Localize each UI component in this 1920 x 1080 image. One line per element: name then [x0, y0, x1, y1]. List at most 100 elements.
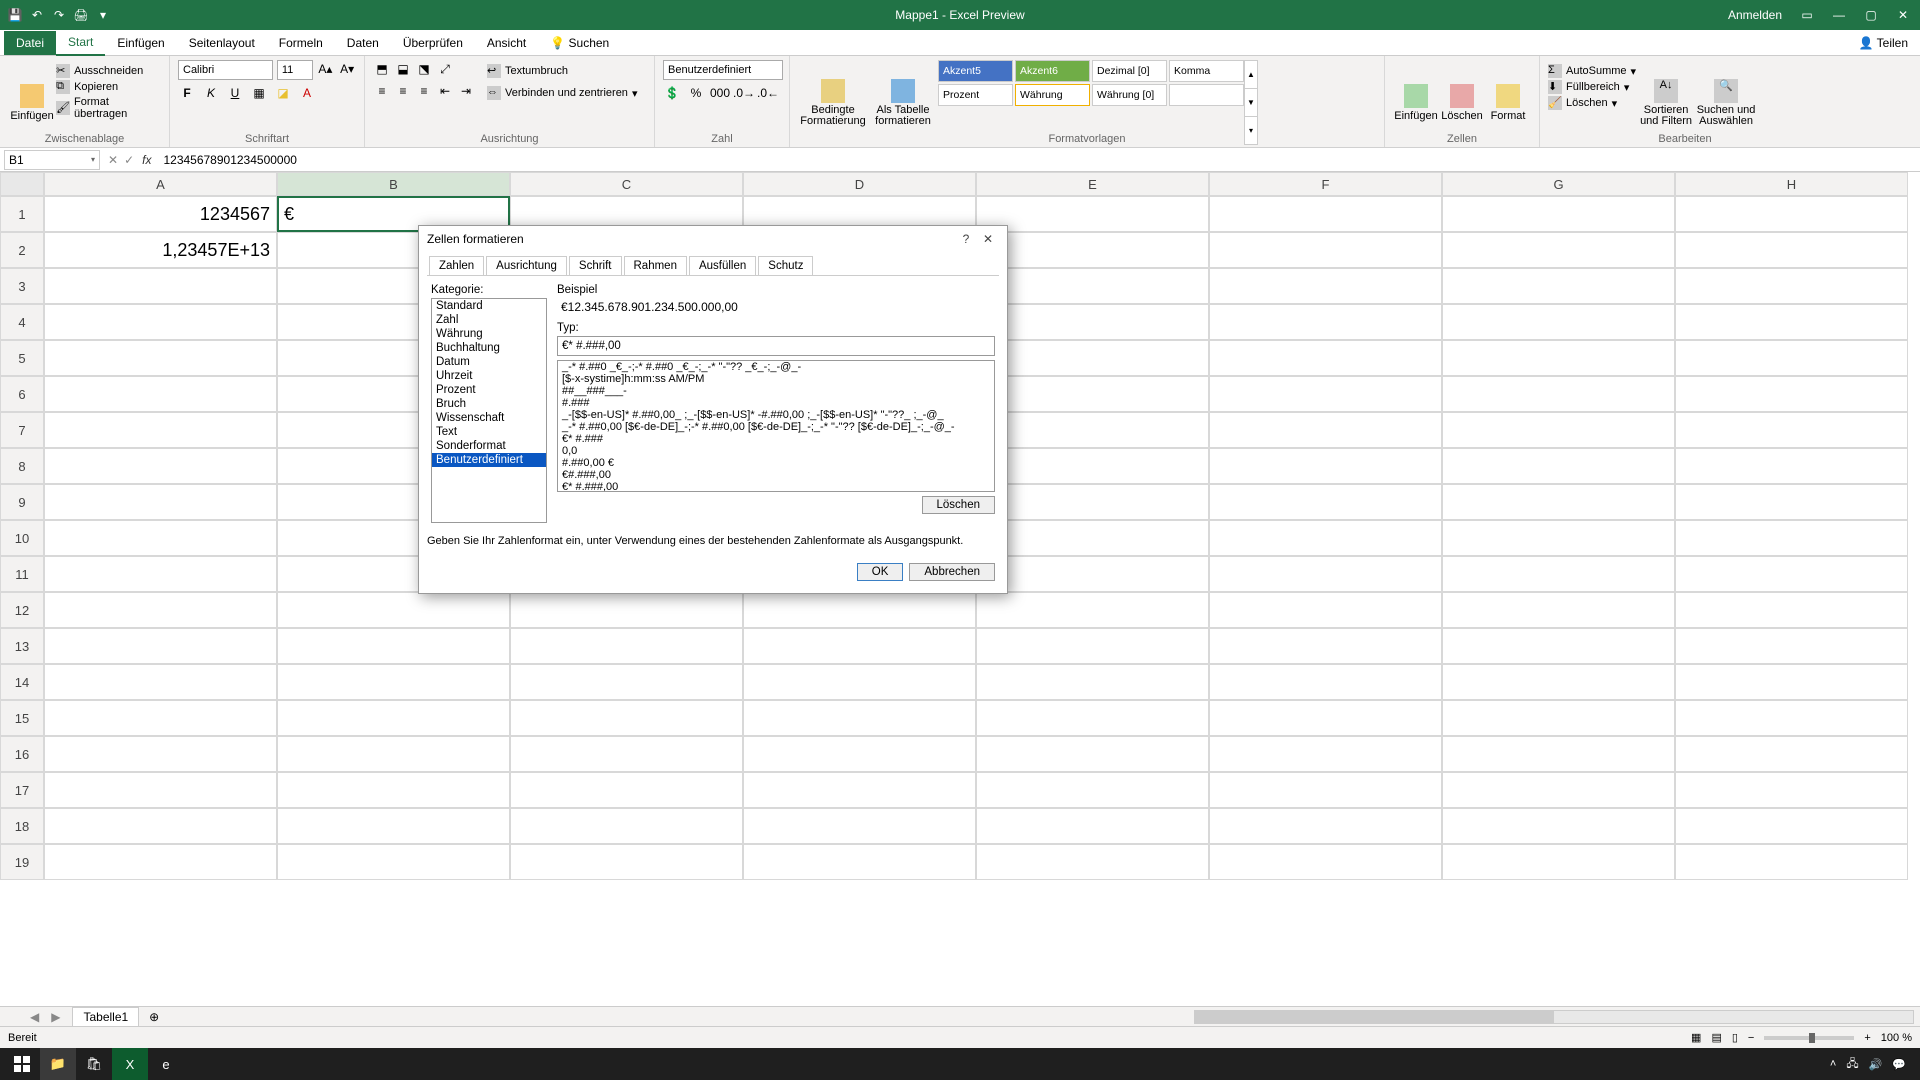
cell[interactable] — [1209, 700, 1442, 736]
cell[interactable] — [976, 448, 1209, 484]
style-akzent6[interactable]: Akzent6 — [1015, 60, 1090, 82]
category-list[interactable]: StandardZahlWährungBuchhaltungDatumUhrze… — [431, 298, 547, 523]
cell[interactable] — [1209, 520, 1442, 556]
cell[interactable] — [44, 664, 277, 700]
cell[interactable] — [976, 520, 1209, 556]
dialog-help-icon[interactable]: ? — [955, 232, 977, 246]
cell[interactable] — [976, 844, 1209, 880]
fx-icon[interactable]: fx — [142, 153, 159, 167]
cell[interactable] — [976, 340, 1209, 376]
store-icon[interactable]: 🛍 — [76, 1048, 112, 1080]
redo-icon[interactable]: ↷ — [52, 8, 66, 22]
cell[interactable] — [1209, 448, 1442, 484]
copy-button[interactable]: ⧉Kopieren — [56, 80, 161, 94]
type-list-item[interactable]: €#.###,00 — [558, 469, 994, 481]
row-header[interactable]: 1 — [0, 196, 44, 232]
close-icon[interactable]: ✕ — [1896, 8, 1910, 22]
number-format-combo[interactable]: Benutzerdefiniert — [663, 60, 783, 80]
view-normal-icon[interactable]: ▦ — [1691, 1031, 1701, 1044]
cell[interactable] — [1675, 664, 1908, 700]
cell[interactable] — [44, 808, 277, 844]
cell[interactable] — [1442, 844, 1675, 880]
style-dezimal[interactable]: Dezimal [0] — [1092, 60, 1167, 82]
type-list-item[interactable]: 0,0 — [558, 445, 994, 457]
border-icon[interactable]: ▦ — [250, 84, 268, 102]
cell[interactable] — [1209, 232, 1442, 268]
cell[interactable] — [1209, 736, 1442, 772]
row-header[interactable]: 14 — [0, 664, 44, 700]
style-blank[interactable] — [1169, 84, 1244, 106]
start-icon[interactable] — [4, 1048, 40, 1080]
row-header[interactable]: 15 — [0, 700, 44, 736]
cell[interactable] — [1675, 448, 1908, 484]
cell[interactable] — [1442, 484, 1675, 520]
cell[interactable] — [1442, 268, 1675, 304]
fill-color-icon[interactable]: ◪ — [274, 84, 292, 102]
cell[interactable] — [277, 808, 510, 844]
cell[interactable] — [976, 592, 1209, 628]
cell[interactable] — [1209, 412, 1442, 448]
cell[interactable] — [1442, 412, 1675, 448]
type-list-item[interactable]: [$-x-systime]h:mm:ss AM/PM — [558, 373, 994, 385]
dlg-tab-ausrichtung[interactable]: Ausrichtung — [486, 256, 567, 275]
horizontal-scrollbar[interactable] — [1194, 1010, 1914, 1024]
cancel-icon[interactable]: ✕ — [108, 153, 118, 167]
cell[interactable] — [976, 736, 1209, 772]
cell[interactable] — [510, 628, 743, 664]
enter-icon[interactable]: ✓ — [124, 153, 134, 167]
wrap-text-button[interactable]: ↩Textumbruch — [487, 64, 637, 78]
col-header[interactable]: D — [743, 172, 976, 196]
cell[interactable] — [1442, 232, 1675, 268]
type-list-item[interactable]: €* #.### — [558, 433, 994, 445]
type-list-item[interactable]: #.### — [558, 397, 994, 409]
cell[interactable] — [1209, 340, 1442, 376]
undo-icon[interactable]: ↶ — [30, 8, 44, 22]
dlg-tab-rahmen[interactable]: Rahmen — [624, 256, 687, 275]
gallery-up-icon[interactable]: ▲ — [1245, 61, 1257, 89]
category-item[interactable]: Sonderformat — [432, 439, 546, 453]
zoom-level[interactable]: 100 % — [1881, 1032, 1912, 1044]
align-bottom-icon[interactable]: ⬔ — [415, 60, 433, 78]
maximize-icon[interactable]: ▢ — [1864, 8, 1878, 22]
cell[interactable] — [510, 808, 743, 844]
bold-icon[interactable]: F — [178, 84, 196, 102]
cell[interactable] — [44, 520, 277, 556]
cell[interactable] — [976, 376, 1209, 412]
decrease-font-icon[interactable]: A▾ — [338, 60, 356, 78]
cell[interactable] — [1675, 376, 1908, 412]
row-header[interactable]: 7 — [0, 412, 44, 448]
dlg-tab-schrift[interactable]: Schrift — [569, 256, 622, 275]
cell[interactable] — [1675, 736, 1908, 772]
cell[interactable] — [510, 844, 743, 880]
row-header[interactable]: 13 — [0, 628, 44, 664]
cell[interactable] — [44, 628, 277, 664]
dlg-tab-zahlen[interactable]: Zahlen — [429, 256, 484, 275]
tab-nav-next-icon[interactable]: ▶ — [51, 1010, 72, 1024]
col-header[interactable]: H — [1675, 172, 1908, 196]
cell[interactable] — [44, 448, 277, 484]
merge-center-button[interactable]: ⇔Verbinden und zentrieren ▾ — [487, 86, 637, 100]
row-header[interactable]: 12 — [0, 592, 44, 628]
cell[interactable] — [1209, 592, 1442, 628]
delete-format-button[interactable]: Löschen — [922, 496, 995, 514]
row-header[interactable]: 5 — [0, 340, 44, 376]
italic-icon[interactable]: K — [202, 84, 220, 102]
row-header[interactable]: 16 — [0, 736, 44, 772]
category-item[interactable]: Währung — [432, 327, 546, 341]
cell[interactable] — [1442, 196, 1675, 232]
align-center-icon[interactable]: ≡ — [394, 82, 412, 100]
name-box[interactable]: B1 — [4, 150, 100, 170]
cell[interactable] — [1442, 808, 1675, 844]
cell[interactable] — [1442, 700, 1675, 736]
align-right-icon[interactable]: ≡ — [415, 82, 433, 100]
zoom-slider[interactable] — [1764, 1036, 1854, 1040]
dlg-tab-ausfullen[interactable]: Ausfüllen — [689, 256, 756, 275]
cell[interactable] — [277, 700, 510, 736]
tab-formulas[interactable]: Formeln — [267, 31, 335, 55]
cell[interactable]: 1234567 — [44, 196, 277, 232]
col-header[interactable]: A — [44, 172, 277, 196]
style-akzent5[interactable]: Akzent5 — [938, 60, 1013, 82]
cell[interactable] — [1675, 268, 1908, 304]
minimize-icon[interactable]: — — [1832, 8, 1846, 22]
cell[interactable] — [277, 772, 510, 808]
